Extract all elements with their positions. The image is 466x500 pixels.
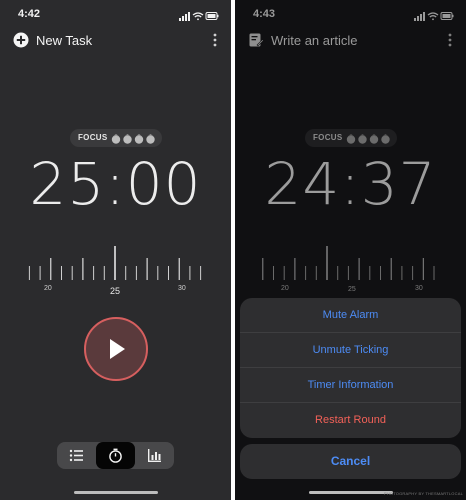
wifi-icon (427, 12, 439, 21)
status-bar: 4:42 (0, 0, 231, 28)
photo-credit: PHOTOGRAPHY BY THESMARTLOCAL (383, 491, 463, 496)
battery-icon (205, 12, 219, 20)
action-sheet: Mute Alarm Unmute Ticking Timer Informat… (240, 298, 461, 438)
focus-label: FOCUS (78, 133, 108, 142)
home-indicator (309, 491, 393, 494)
status-icons (179, 8, 219, 26)
list-icon (69, 449, 83, 462)
bottom-tab-bar (57, 442, 174, 469)
task-header: New Task (0, 30, 231, 52)
ruler-ticks (28, 246, 202, 280)
tomato-icons (111, 132, 157, 150)
tomato-icon (369, 133, 379, 144)
tab-timer[interactable] (96, 442, 135, 469)
play-button[interactable] (84, 317, 148, 381)
focus-label: FOCUS (313, 133, 343, 142)
tomato-icon (123, 133, 132, 144)
task-title[interactable]: New Task (36, 33, 92, 48)
tomato-icon (358, 133, 367, 144)
edit-note-icon[interactable] (248, 32, 264, 53)
ruler-ticks (262, 246, 435, 280)
cancel-button[interactable]: Cancel (240, 444, 461, 479)
phone-screen-right: 4:43 Write an article FOCUS 24:37 20 25 … (235, 0, 466, 500)
time-ruler[interactable]: 20 25 30 (257, 246, 447, 293)
signal-icon (179, 12, 190, 21)
tomato-icon (111, 133, 121, 144)
timer-information-button[interactable]: Timer Information (240, 368, 461, 403)
play-icon (110, 339, 125, 359)
tomato-icon (146, 133, 155, 144)
status-time: 4:42 (18, 8, 41, 20)
phone-screen-left: 4:42 New Task FOCUS 25:00 20 25 30 (0, 0, 231, 500)
plus-circle-icon[interactable] (13, 32, 29, 53)
restart-round-button[interactable]: Restart Round (240, 403, 461, 438)
tomato-icon (134, 133, 144, 144)
more-vertical-icon[interactable] (213, 33, 217, 52)
ruler-label: 20 (44, 285, 52, 292)
unmute-ticking-button[interactable]: Unmute Ticking (240, 333, 461, 368)
tomato-icon (346, 133, 356, 144)
stopwatch-icon (109, 448, 122, 463)
status-bar: 4:43 (235, 0, 466, 28)
tomato-icon (381, 133, 390, 144)
focus-badge: FOCUS (305, 129, 397, 147)
home-indicator (74, 491, 158, 494)
tomato-icons (346, 132, 392, 150)
ruler-label: 25 (110, 286, 121, 296)
more-vertical-icon[interactable] (448, 33, 452, 52)
signal-icon (414, 12, 425, 21)
task-header: Write an article (235, 30, 466, 52)
ruler-label: 25 (348, 286, 356, 293)
battery-icon (440, 12, 454, 20)
mute-alarm-button[interactable]: Mute Alarm (240, 298, 461, 333)
wifi-icon (192, 12, 204, 21)
timer-display: 25:00 (29, 150, 202, 218)
status-time: 4:43 (253, 8, 276, 20)
ruler-label: 20 (281, 285, 289, 292)
time-ruler[interactable]: 20 25 30 (22, 246, 212, 296)
tab-statistics[interactable] (135, 442, 174, 469)
status-icons (414, 8, 454, 26)
bar-chart-icon (148, 449, 161, 462)
task-title[interactable]: Write an article (271, 33, 357, 48)
ruler-label: 30 (415, 285, 423, 292)
timer-display: 24:37 (264, 150, 437, 218)
ruler-label: 30 (178, 285, 186, 292)
focus-badge: FOCUS (70, 129, 162, 147)
tab-task-list[interactable] (57, 442, 96, 469)
